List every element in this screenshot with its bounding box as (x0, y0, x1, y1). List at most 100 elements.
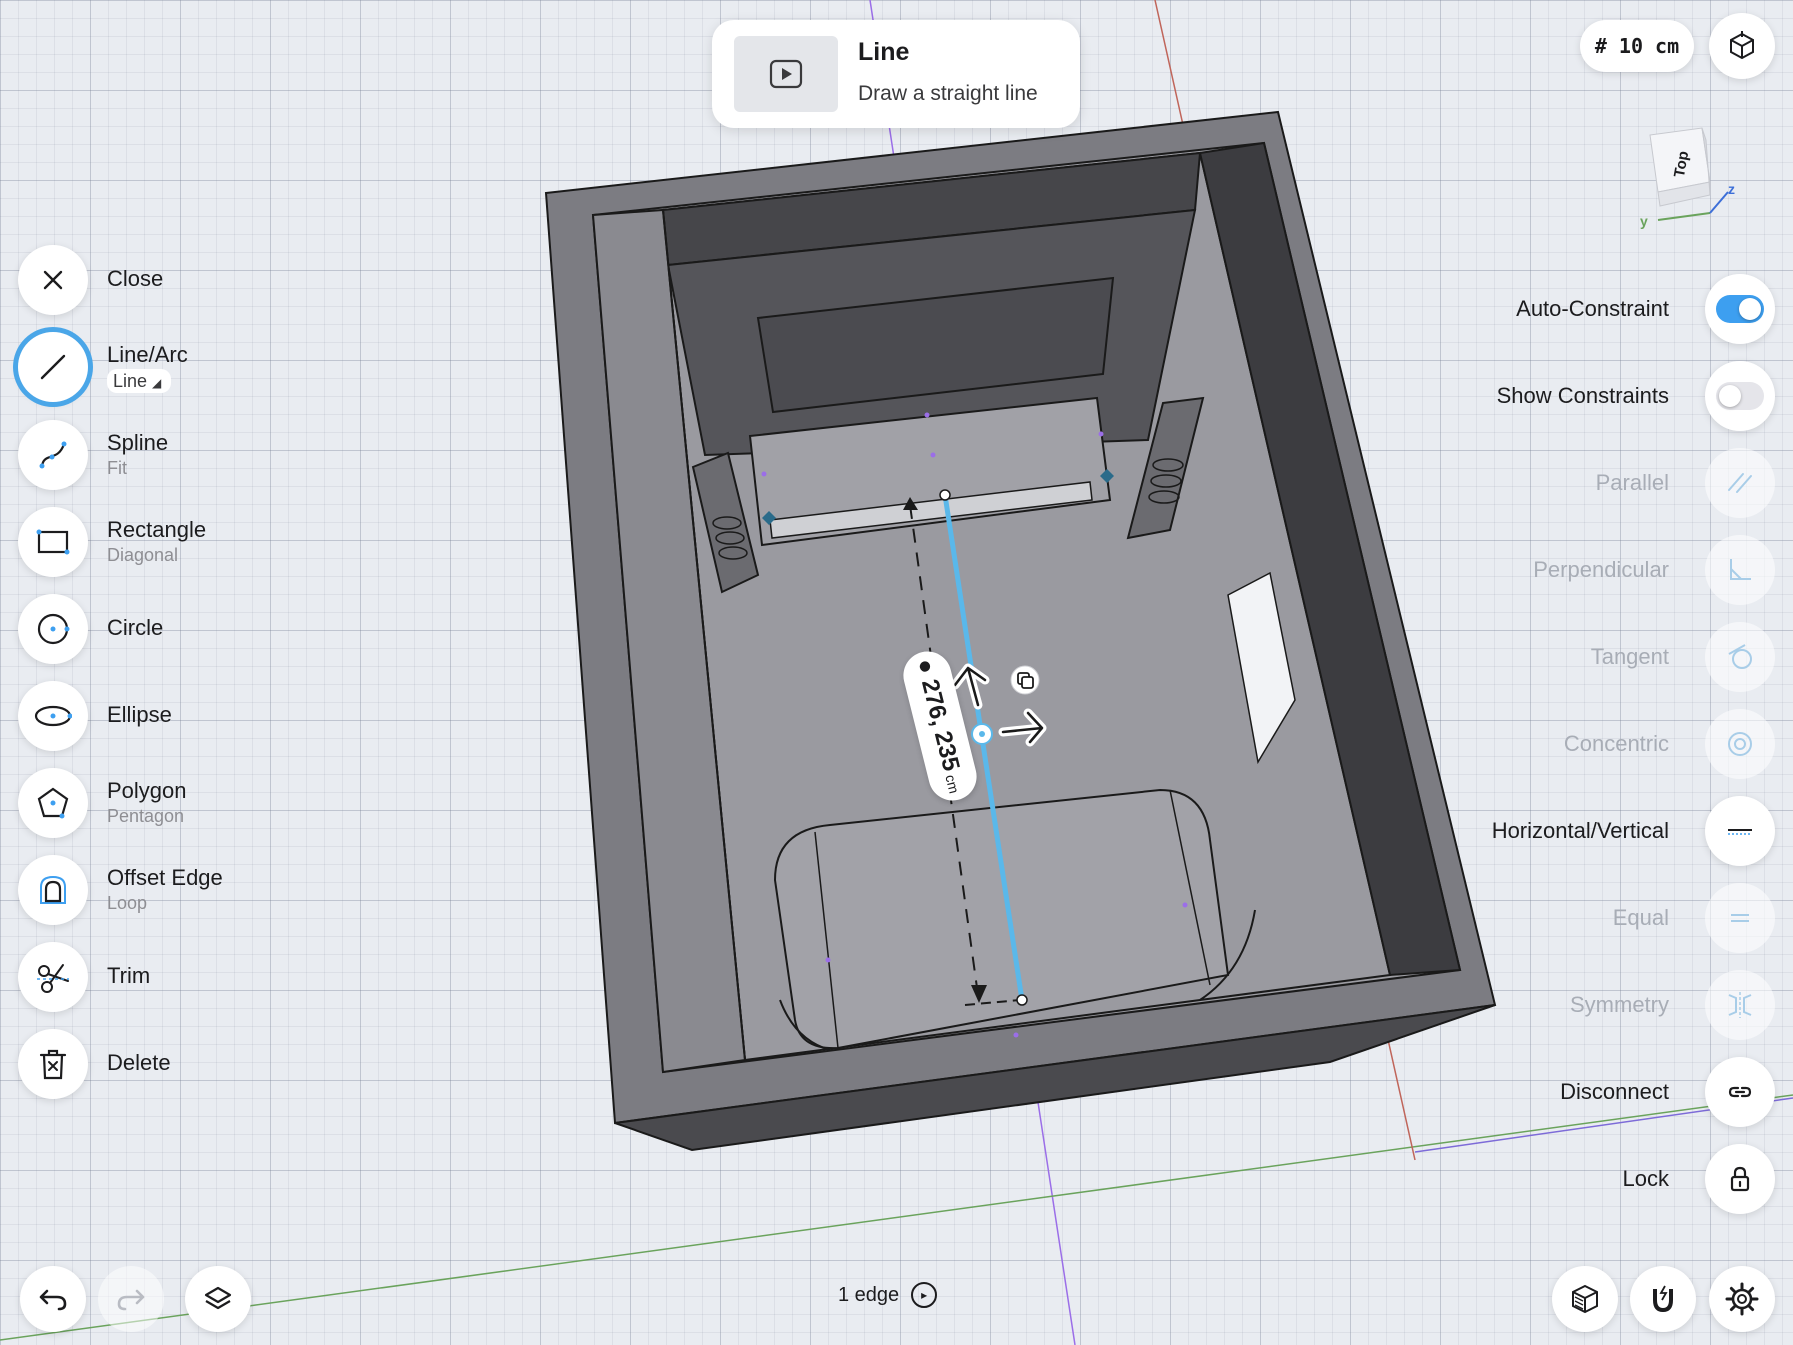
sketch-line-end-point[interactable] (1016, 994, 1028, 1006)
parallel-label: Parallel (1595, 470, 1669, 495)
offset-edge-button[interactable] (18, 855, 88, 925)
tool-label: Trim (107, 963, 151, 988)
trim-button[interactable] (18, 942, 88, 1012)
tool-ellipse[interactable]: Ellipse (18, 681, 318, 753)
auto-constraint-toggle-button[interactable] (1705, 274, 1775, 344)
concentric-row[interactable]: Concentric (1355, 709, 1775, 781)
equal-row[interactable]: Equal (1355, 883, 1775, 955)
polygon-button[interactable] (18, 768, 88, 838)
tangent-button[interactable] (1705, 622, 1775, 692)
tool-sub-label: Line (113, 371, 148, 391)
horizontal-vertical-button[interactable] (1705, 796, 1775, 866)
disconnect-label: Disconnect (1560, 1079, 1669, 1104)
tool-line-arc[interactable]: Line/Arc Line ◢ (18, 332, 318, 404)
concentric-label: Concentric (1563, 731, 1669, 756)
lock-button[interactable] (1705, 1144, 1775, 1214)
render-mode-button[interactable] (1552, 1266, 1618, 1332)
delete-button[interactable] (18, 1029, 88, 1099)
navigation-cube[interactable]: Top y z (1630, 120, 1750, 235)
tool-sub-label: Pentagon (107, 806, 185, 826)
disconnect-button[interactable] (1705, 1057, 1775, 1127)
tooltip-description: Draw a straight line (858, 82, 1038, 105)
selection-count: 1 edge (838, 1283, 900, 1306)
auto-constraint-label: Auto-Constraint (1516, 296, 1669, 321)
redo-button[interactable] (98, 1266, 164, 1332)
equal-icon (1731, 914, 1749, 922)
tool-spline[interactable]: Spline Fit (18, 420, 318, 492)
horizontal-vertical-row[interactable]: Horizontal/Vertical (1355, 796, 1775, 868)
close-button[interactable] (18, 245, 88, 315)
view-mode-button[interactable] (1709, 13, 1775, 79)
layers-icon (204, 1286, 232, 1310)
line-arc-button[interactable] (18, 332, 88, 402)
scissors-icon (37, 964, 69, 993)
tool-tooltip-card: Line Draw a straight line (712, 20, 1080, 128)
undo-icon (39, 1289, 67, 1311)
show-constraints-toggle[interactable] (1716, 382, 1764, 410)
tool-label: Circle (107, 615, 164, 640)
show-constraints-row: Show Constraints (1355, 361, 1775, 433)
tool-rectangle[interactable]: Rectangle Diagonal (18, 507, 318, 579)
tool-label: Rectangle (107, 517, 207, 542)
grid-size-pill[interactable]: # 10 cm (1580, 20, 1694, 72)
tool-label: Polygon (107, 778, 187, 803)
tool-circle[interactable]: Circle (18, 594, 318, 666)
tool-sub-label: Loop (107, 893, 148, 913)
play-icon (769, 59, 803, 89)
perpendicular-row[interactable]: Perpendicular (1355, 535, 1775, 607)
shaded-cube-icon (1572, 1284, 1598, 1314)
dimension-unit: cm (942, 773, 963, 796)
tool-close[interactable]: Close (18, 245, 318, 317)
redo-icon (117, 1289, 145, 1311)
show-constraints-toggle-button[interactable] (1705, 361, 1775, 431)
circle-button[interactable] (18, 594, 88, 664)
spline-icon (39, 441, 67, 469)
duplicate-icon[interactable] (1010, 665, 1040, 695)
snap-button[interactable] (1630, 1266, 1696, 1332)
undo-button[interactable] (20, 1266, 86, 1332)
lock-row[interactable]: Lock (1355, 1144, 1775, 1216)
show-constraints-label: Show Constraints (1496, 383, 1669, 408)
tool-label: Ellipse (107, 702, 172, 727)
gear-icon (1725, 1282, 1759, 1316)
rectangle-button[interactable] (18, 507, 88, 577)
parallel-row[interactable]: Parallel (1355, 448, 1775, 520)
symmetry-label: Symmetry (1570, 992, 1669, 1017)
perpendicular-label: Perpendicular (1533, 557, 1669, 582)
auto-constraint-toggle[interactable] (1716, 295, 1764, 323)
tangent-row[interactable]: Tangent (1355, 622, 1775, 694)
parallel-icon (1728, 473, 1752, 493)
equal-label: Equal (1612, 905, 1669, 930)
tool-trim[interactable]: Trim (18, 942, 318, 1014)
chevron-right-icon[interactable]: ▸ (911, 1282, 938, 1308)
axis-y-label: y (1640, 213, 1648, 229)
selection-status[interactable]: 1 edge ▸ (838, 1282, 938, 1308)
sketch-line-start-point[interactable] (939, 489, 951, 501)
tool-label: Spline (107, 430, 169, 455)
concentric-button[interactable] (1705, 709, 1775, 779)
parallel-button[interactable] (1705, 448, 1775, 518)
settings-button[interactable] (1709, 1266, 1775, 1332)
circle-icon (37, 613, 70, 645)
tangent-icon (1728, 644, 1752, 669)
disconnect-row[interactable]: Disconnect (1355, 1057, 1775, 1129)
spline-button[interactable] (18, 420, 88, 490)
tangent-label: Tangent (1590, 644, 1669, 669)
tool-polygon[interactable]: Polygon Pentagon (18, 768, 318, 840)
tool-label: Delete (107, 1050, 171, 1075)
ellipse-button[interactable] (18, 681, 88, 751)
layers-button[interactable] (185, 1266, 251, 1332)
symmetry-button[interactable] (1705, 970, 1775, 1040)
tool-delete[interactable]: Delete (18, 1029, 318, 1101)
dropdown-triangle-icon: ◢ (152, 376, 162, 390)
symmetry-row[interactable]: Symmetry (1355, 970, 1775, 1042)
equal-button[interactable] (1705, 883, 1775, 953)
perpendicular-button[interactable] (1705, 535, 1775, 605)
tooltip-thumbnail[interactable] (734, 36, 838, 112)
tooltip-title: Line (858, 38, 910, 66)
axis-z-label: z (1728, 181, 1735, 197)
tool-offset-edge[interactable]: Offset Edge Loop (18, 855, 318, 927)
line-mode-dropdown[interactable]: Line ◢ (107, 369, 172, 393)
horizontal-line-icon (1728, 829, 1752, 835)
tool-label: Line/Arc (107, 342, 188, 367)
